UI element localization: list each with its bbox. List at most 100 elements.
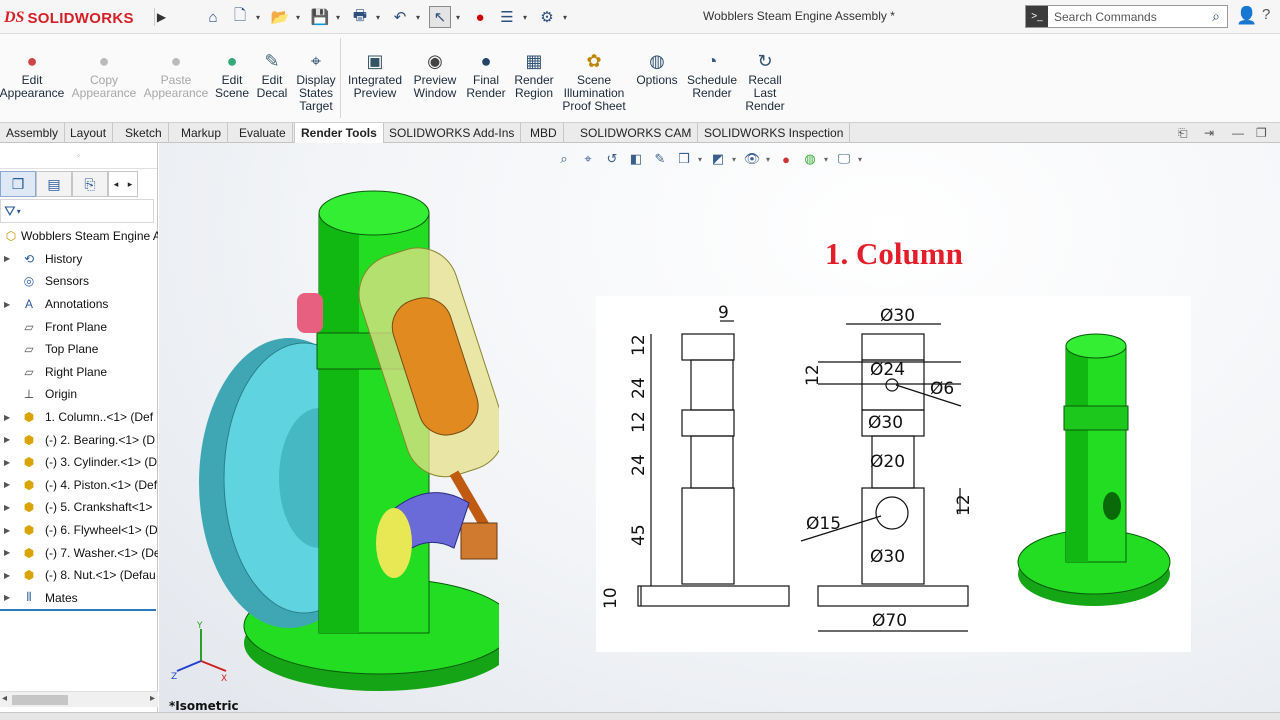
property-manager-tab-icon[interactable]: ▤: [36, 171, 72, 197]
tree-item[interactable]: ▶ ⬢ (-) 6. Flywheel<1> (D: [0, 519, 158, 542]
filter-icon[interactable]: ⛛ ▾: [0, 199, 154, 223]
save-icon[interactable]: 💾: [309, 6, 331, 28]
expand-arrow-icon[interactable]: ▶: [4, 458, 10, 467]
tab-scroll-right-icon[interactable]: ▸: [128, 179, 133, 190]
view-orientation-dropdown-icon[interactable]: ▾: [698, 155, 704, 164]
tree-item[interactable]: ◎ Sensors: [0, 270, 158, 293]
scroll-right-icon[interactable]: ▸: [150, 693, 155, 704]
tree-root-assembly[interactable]: ⬡ Wobblers Steam Engine A: [0, 225, 158, 248]
tree-item[interactable]: ▱ Front Plane: [0, 315, 158, 338]
expand-arrow-icon[interactable]: ▶: [4, 413, 10, 422]
tree-item[interactable]: ▶ ⬢ (-) 4. Piston.<1> (Def: [0, 474, 158, 497]
tab-solidworks-inspection[interactable]: SOLIDWORKS Inspection: [698, 123, 851, 143]
tab-sketch[interactable]: Sketch: [119, 123, 169, 143]
tab-render-tools[interactable]: Render Tools: [294, 123, 384, 143]
expand-panel-icon[interactable]: ⇥: [1204, 126, 1214, 140]
ribbon-button-recall[interactable]: ↻ Recall Last Render: [725, 50, 805, 113]
ribbon-button-copy-copy[interactable]: ● Copy Appearance: [64, 50, 144, 100]
menu-expand-arrow-icon[interactable]: ▶: [154, 8, 168, 26]
display-style-dropdown-icon[interactable]: ▾: [732, 155, 738, 164]
search-commands-field[interactable]: >_ Search Commands ⌕: [1025, 5, 1228, 28]
open-dropdown-icon[interactable]: ▾: [296, 13, 304, 22]
save-dropdown-icon[interactable]: ▾: [336, 13, 344, 22]
tab-solidworks-add-ins[interactable]: SOLIDWORKS Add-Ins: [383, 123, 522, 143]
previous-view-icon[interactable]: ↺: [602, 149, 622, 169]
print-dropdown-icon[interactable]: ▾: [376, 13, 384, 22]
tab-scroll-left-icon[interactable]: ◂: [114, 179, 119, 190]
minimize-icon[interactable]: —: [1232, 126, 1244, 140]
view-settings-dropdown-icon[interactable]: ▾: [858, 155, 864, 164]
tree-item[interactable]: ▶ A Annotations: [0, 293, 158, 316]
tree-item[interactable]: ⊥ Origin: [0, 383, 158, 406]
bottom-document-tabs[interactable]: [0, 712, 1280, 720]
undo-dropdown-icon[interactable]: ▾: [416, 13, 424, 22]
traffic-light-icon[interactable]: ●: [469, 6, 491, 28]
configuration-manager-tab-icon[interactable]: ⎘: [72, 171, 108, 197]
display-style-icon[interactable]: ◩: [708, 149, 728, 169]
zoom-to-area-icon[interactable]: ⌖: [578, 149, 598, 169]
apply-scene-icon[interactable]: ◍: [800, 149, 820, 169]
dynamic-annotation-icon[interactable]: ✎: [650, 149, 670, 169]
tree-item[interactable]: ▶ ⬢ (-) 3. Cylinder.<1> (D: [0, 451, 158, 474]
tree-item[interactable]: ▱ Right Plane: [0, 361, 158, 384]
scene-dropdown-icon[interactable]: ▾: [824, 155, 830, 164]
tree-item[interactable]: ▶ ⟲ History: [0, 248, 158, 271]
view-settings-icon[interactable]: 🖵: [834, 149, 854, 169]
expand-arrow-icon[interactable]: ▶: [4, 571, 10, 580]
print-icon[interactable]: 🖶: [349, 6, 371, 28]
user-icon[interactable]: 👤: [1236, 6, 1257, 26]
options-list-icon[interactable]: ☰: [496, 6, 518, 28]
tree-item[interactable]: ▱ Top Plane: [0, 338, 158, 361]
undo-icon[interactable]: ↶: [389, 6, 411, 28]
expand-arrow-icon[interactable]: ▶: [4, 480, 10, 489]
tab-scroll-buttons[interactable]: ◂ ▸: [108, 171, 138, 197]
filter-dropdown-icon[interactable]: ▾: [17, 207, 21, 216]
restore-panel-icon[interactable]: ⎗: [1178, 126, 1188, 141]
feature-tree-tab-icon[interactable]: ❒: [0, 171, 36, 197]
hide-show-items-icon[interactable]: 👁: [742, 149, 762, 169]
tree-item[interactable]: ▶ ⬢ (-) 8. Nut.<1> (Defau: [0, 564, 158, 587]
tab-evaluate[interactable]: Evaluate: [233, 123, 293, 143]
scroll-left-icon[interactable]: ◂: [2, 693, 7, 704]
tree-item[interactable]: ▶ ⬢ (-) 2. Bearing.<1> (D: [0, 428, 158, 451]
select-pointer-icon[interactable]: ↖: [429, 6, 451, 28]
section-view-icon[interactable]: ◧: [626, 149, 646, 169]
expand-arrow-icon[interactable]: ▶: [4, 300, 10, 309]
zoom-to-fit-icon[interactable]: ⌕: [554, 149, 574, 169]
home-icon[interactable]: ⌂: [202, 6, 224, 28]
steam-engine-model[interactable]: [179, 183, 499, 693]
restore-window-icon[interactable]: ❐: [1256, 126, 1267, 140]
gear-dropdown-icon[interactable]: ▾: [563, 13, 571, 22]
edit-appearance-view-icon[interactable]: ●: [776, 149, 796, 169]
scrollbar-thumb[interactable]: [12, 695, 68, 705]
search-input[interactable]: Search Commands: [1048, 10, 1205, 24]
list-dropdown-icon[interactable]: ▾: [523, 13, 531, 22]
tree-item[interactable]: ▶ ⬢ (-) 5. Crankshaft<1>: [0, 496, 158, 519]
horizontal-scrollbar[interactable]: ◂ ▸: [0, 691, 158, 707]
expand-arrow-icon[interactable]: ▶: [4, 254, 10, 263]
tab-solidworks-cam[interactable]: SOLIDWORKS CAM: [574, 123, 699, 143]
new-document-icon[interactable]: 🗋: [229, 6, 251, 28]
open-folder-icon[interactable]: 📂: [269, 6, 291, 28]
new-dropdown-icon[interactable]: ▾: [256, 13, 264, 22]
tab-mbd[interactable]: MBD: [524, 123, 564, 143]
view-orientation-icon[interactable]: ❒: [674, 149, 694, 169]
panel-collapse-handle[interactable]: ◦: [0, 143, 157, 169]
expand-arrow-icon[interactable]: ▶: [4, 548, 10, 557]
ribbon-button-edit[interactable]: ● Edit Appearance: [0, 50, 72, 100]
tab-layout[interactable]: Layout: [64, 123, 114, 143]
search-icon[interactable]: ⌕: [1205, 8, 1227, 25]
expand-arrow-icon[interactable]: ▶: [4, 503, 10, 512]
tree-item[interactable]: ▶ ⫴ Mates: [0, 587, 158, 610]
tab-markup[interactable]: Markup: [175, 123, 229, 143]
tree-item[interactable]: ▶ ⬢ 1. Column..<1> (Def: [0, 406, 158, 429]
hide-show-dropdown-icon[interactable]: ▾: [766, 155, 772, 164]
gear-icon[interactable]: ⚙: [536, 6, 558, 28]
help-icon[interactable]: ?: [1262, 6, 1270, 23]
select-dropdown-icon[interactable]: ▾: [456, 13, 464, 22]
expand-arrow-icon[interactable]: ▶: [4, 526, 10, 535]
tab-assembly[interactable]: Assembly: [0, 123, 66, 143]
tree-item[interactable]: ▶ ⬢ (-) 7. Washer.<1> (De: [0, 541, 158, 564]
solidworks-logo[interactable]: DS SOLIDWORKS: [4, 4, 150, 32]
graphics-viewport[interactable]: ⌕ ⌖ ↺ ◧ ✎ ❒ ▾ ◩ ▾ 👁 ▾ ● ◍ ▾ 🖵 ▾ Y X Z *I…: [159, 143, 1280, 720]
